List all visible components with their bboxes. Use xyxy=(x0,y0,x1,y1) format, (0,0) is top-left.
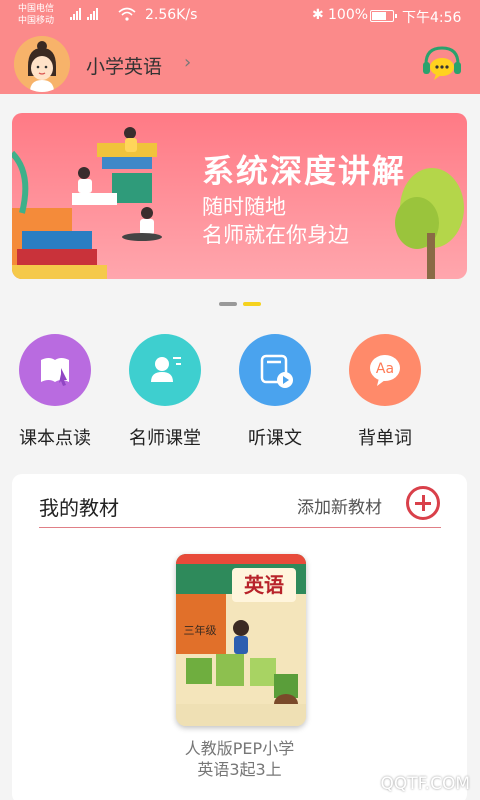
add-circle-icon[interactable] xyxy=(406,486,440,520)
action-vocabulary[interactable]: Aa 背单词 xyxy=(330,330,440,450)
action-label: 名师课堂 xyxy=(129,428,201,449)
textbook-name-line-1: 人教版PEP小学 xyxy=(184,739,295,758)
action-listen-text[interactable]: 听课文 xyxy=(220,330,330,450)
signal-icon xyxy=(70,8,98,20)
book-cover-title: 英语 xyxy=(244,573,284,597)
app-title[interactable]: 小学英语 xyxy=(86,52,162,79)
divider xyxy=(39,527,441,528)
banner-subtitle-2: 名师就在你身边 xyxy=(202,223,349,247)
teacher-icon xyxy=(129,334,201,406)
book-grade: 三年级 xyxy=(184,623,217,637)
carrier-names: 中国电信 中国移动 xyxy=(18,3,54,27)
action-label: 背单词 xyxy=(358,428,412,449)
books-illustration xyxy=(12,127,162,279)
bluetooth-icon: ✱ xyxy=(312,7,324,23)
textbook-cover[interactable]: 英语 三年级 xyxy=(176,554,306,726)
book-touch-icon xyxy=(19,334,91,406)
action-label: 听课文 xyxy=(248,428,302,449)
svg-text:Aa: Aa xyxy=(376,361,394,377)
chevron-right-icon[interactable]: › xyxy=(184,52,191,73)
action-textbook-reading[interactable]: 课本点读 xyxy=(0,330,110,450)
textbook-name-line-2: 英语3起3上 xyxy=(197,760,282,779)
header-bar: 中国电信 中国移动 2.56K/s ✱ 100% 下午4:56 小学英语 › xyxy=(0,0,480,94)
video-play-icon xyxy=(239,334,311,406)
battery-icon xyxy=(370,10,397,22)
girl-avatar-icon[interactable] xyxy=(14,36,70,92)
carousel-indicator xyxy=(219,302,261,306)
section-title: 我的教材 xyxy=(39,496,119,520)
carrier-2: 中国移动 xyxy=(18,16,55,26)
book-cover-art: 英语 三年级 xyxy=(176,554,306,726)
promo-banner[interactable]: 系统深度讲解 随时随地 名师就在你身边 xyxy=(12,113,467,279)
headset-chat-icon[interactable] xyxy=(420,42,464,86)
network-speed: 2.56K/s xyxy=(145,7,198,23)
carousel-dot[interactable] xyxy=(219,302,237,306)
action-label: 课本点读 xyxy=(19,428,91,449)
textbook-name[interactable]: 人教版PEP小学 英语3起3上 xyxy=(112,738,367,780)
my-textbooks-card: 我的教材 添加新教材 英语 三年级 人教版PEP小学 英语3起3上 xyxy=(12,474,467,800)
status-bar: 中国电信 中国移动 2.56K/s ✱ 100% 下午4:56 xyxy=(0,0,480,32)
battery-percent: 100% xyxy=(328,7,369,23)
add-textbook-label[interactable]: 添加新教材 xyxy=(297,493,382,518)
banner-title: 系统深度讲解 xyxy=(202,152,407,190)
quick-actions: 课本点读 名师课堂 听课文 Aa 背单词 xyxy=(0,330,480,450)
wifi-icon xyxy=(118,7,136,21)
aa-speech-icon: Aa xyxy=(349,334,421,406)
carousel-dot-active[interactable] xyxy=(243,302,261,306)
carrier-1: 中国电信 xyxy=(18,4,55,14)
watermark: QQTF.COM xyxy=(380,774,470,794)
clock: 下午4:56 xyxy=(402,10,462,26)
banner-subtitle-1: 随时随地 xyxy=(202,195,286,219)
action-teacher-class[interactable]: 名师课堂 xyxy=(110,330,220,450)
